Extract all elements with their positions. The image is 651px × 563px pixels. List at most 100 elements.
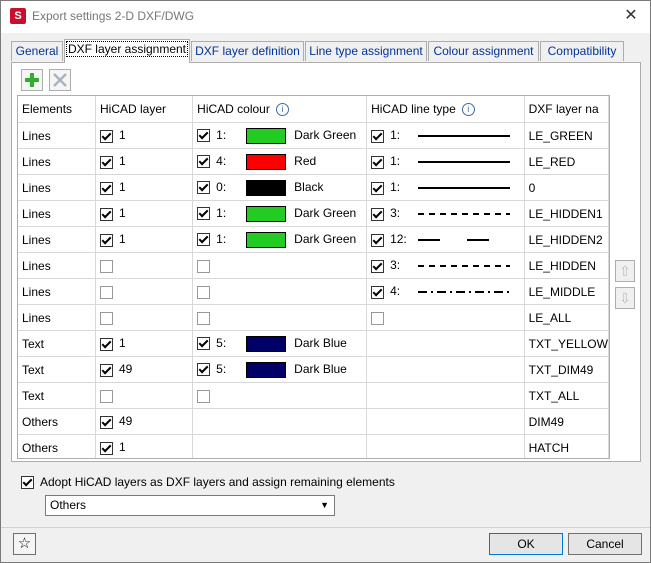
checkbox[interactable] xyxy=(100,155,113,169)
cell-dxf-layer-name[interactable]: LE_MIDDLE xyxy=(524,278,609,305)
cell-hicad-layer[interactable]: 49 xyxy=(95,408,194,435)
col-header-dxf-layer-name[interactable]: DXF layer na xyxy=(524,96,609,123)
checkbox[interactable] xyxy=(197,129,211,142)
add-row-button[interactable] xyxy=(21,69,43,91)
cell-hicad-layer[interactable]: 1 xyxy=(95,330,194,357)
checkbox[interactable] xyxy=(197,233,211,246)
checkbox[interactable] xyxy=(100,259,113,273)
cell-dxf-layer-name[interactable]: TXT_YELLOW xyxy=(524,330,609,357)
cell-dxf-layer-name[interactable]: LE_RED xyxy=(524,148,609,175)
table-row[interactable]: Text 1 5: Dark Blue TXT_YELLOW xyxy=(18,330,609,357)
checkbox[interactable] xyxy=(100,389,113,403)
info-icon[interactable]: i xyxy=(275,103,289,117)
tab-line-type-assignment[interactable]: Line type assignment xyxy=(305,41,427,61)
checkbox[interactable] xyxy=(371,233,385,247)
cell-hicad-layer[interactable]: 1 xyxy=(95,226,194,253)
cell-dxf-layer-name[interactable]: DIM49 xyxy=(524,408,609,435)
cell-hicad-line-type[interactable] xyxy=(366,330,525,357)
layer-assignment-table[interactable]: Elements HiCAD layer HiCAD colour i HiCAD… xyxy=(17,95,610,459)
cell-hicad-line-type[interactable]: 3: xyxy=(366,200,525,227)
cell-dxf-layer-name[interactable]: LE_ALL xyxy=(524,304,609,331)
cell-hicad-colour[interactable]: 4: Red xyxy=(192,148,368,175)
cell-hicad-colour[interactable]: 1: Dark Green xyxy=(192,226,368,253)
checkbox[interactable] xyxy=(100,441,113,455)
table-row[interactable]: Lines 1 1: Dark Green 1: LE_GREEN xyxy=(18,122,609,149)
checkbox[interactable] xyxy=(197,363,211,376)
cell-hicad-line-type[interactable] xyxy=(366,382,525,409)
cell-hicad-colour[interactable] xyxy=(192,252,368,279)
checkbox[interactable] xyxy=(197,337,211,350)
cell-dxf-layer-name[interactable]: LE_GREEN xyxy=(524,122,609,149)
info-icon[interactable]: i xyxy=(461,103,475,117)
ok-button[interactable]: OK xyxy=(489,533,563,555)
cell-hicad-layer[interactable]: 1 xyxy=(95,122,194,149)
table-row[interactable]: Others 1 HATCH xyxy=(18,434,609,458)
checkbox[interactable] xyxy=(371,311,385,325)
remaining-elements-select[interactable]: Others ▼ xyxy=(45,495,335,516)
cell-dxf-layer-name[interactable]: HATCH xyxy=(524,434,609,458)
tab-compatibility[interactable]: Compatibility xyxy=(540,41,624,61)
cell-hicad-colour[interactable] xyxy=(192,382,368,409)
cell-hicad-colour[interactable] xyxy=(192,304,368,331)
cell-hicad-layer[interactable]: 1 xyxy=(95,200,194,227)
checkbox[interactable] xyxy=(100,207,113,221)
cell-hicad-layer[interactable] xyxy=(95,278,194,305)
cell-hicad-layer[interactable]: 1 xyxy=(95,148,194,175)
cell-hicad-layer[interactable] xyxy=(95,252,194,279)
cell-hicad-line-type[interactable]: 1: xyxy=(366,174,525,201)
cell-dxf-layer-name[interactable]: TXT_DIM49 xyxy=(524,356,609,383)
checkbox[interactable] xyxy=(197,389,211,403)
col-header-hicad-layer[interactable]: HiCAD layer xyxy=(95,96,194,123)
cell-hicad-line-type[interactable] xyxy=(366,434,525,458)
checkbox[interactable] xyxy=(197,311,211,325)
cell-dxf-layer-name[interactable]: LE_HIDDEN2 xyxy=(524,226,609,253)
favorites-star-icon[interactable]: ☆ xyxy=(13,533,36,555)
checkbox[interactable] xyxy=(100,337,113,351)
checkbox[interactable] xyxy=(197,155,211,168)
adopt-layers-option[interactable]: Adopt HiCAD layers as DXF layers and ass… xyxy=(21,475,395,490)
cell-hicad-colour[interactable] xyxy=(192,434,368,458)
cell-hicad-layer[interactable]: 1 xyxy=(95,434,194,458)
col-header-hicad-colour[interactable]: HiCAD colour i xyxy=(192,96,368,123)
cell-hicad-colour[interactable]: 5: Dark Blue xyxy=(192,330,368,357)
cell-hicad-line-type[interactable]: 3: xyxy=(366,252,525,279)
adopt-layers-checkbox[interactable] xyxy=(21,476,34,490)
checkbox[interactable] xyxy=(100,311,113,325)
checkbox[interactable] xyxy=(197,285,211,299)
table-row[interactable]: Lines 4: LE_MIDDLE xyxy=(18,278,609,305)
tab-colour-assignment[interactable]: Colour assignment xyxy=(428,41,539,61)
table-row[interactable]: Others 49 DIM49 xyxy=(18,408,609,435)
delete-row-button[interactable] xyxy=(49,69,71,91)
cell-hicad-colour[interactable]: 1: Dark Green xyxy=(192,200,368,227)
checkbox[interactable] xyxy=(100,285,113,299)
cell-hicad-layer[interactable] xyxy=(95,304,194,331)
cell-hicad-colour[interactable]: 0: Black xyxy=(192,174,368,201)
col-header-elements[interactable]: Elements xyxy=(18,96,96,123)
cell-hicad-line-type[interactable]: 4: xyxy=(366,278,525,305)
cell-hicad-line-type[interactable]: 1: xyxy=(366,122,525,149)
cell-dxf-layer-name[interactable]: 0 xyxy=(524,174,609,201)
table-row[interactable]: Text TXT_ALL xyxy=(18,382,609,409)
table-row[interactable]: Lines LE_ALL xyxy=(18,304,609,331)
cell-hicad-line-type[interactable] xyxy=(366,408,525,435)
checkbox[interactable] xyxy=(100,129,113,143)
cell-hicad-line-type[interactable] xyxy=(366,356,525,383)
checkbox[interactable] xyxy=(371,129,385,143)
tab-dxf-layer-definition[interactable]: DXF layer definition xyxy=(191,41,304,61)
checkbox[interactable] xyxy=(371,285,385,299)
checkbox[interactable] xyxy=(197,259,211,273)
cell-hicad-layer[interactable]: 49 xyxy=(95,356,194,383)
tab-general[interactable]: General xyxy=(11,41,63,61)
close-icon[interactable]: ✕ xyxy=(620,6,642,26)
cell-dxf-layer-name[interactable]: LE_HIDDEN xyxy=(524,252,609,279)
cell-hicad-line-type[interactable]: 12: xyxy=(366,226,525,253)
cell-hicad-layer[interactable]: 1 xyxy=(95,174,194,201)
table-row[interactable]: Text 49 5: Dark Blue TXT_DIM49 xyxy=(18,356,609,383)
table-row[interactable]: Lines 1 1: Dark Green 3: LE_HIDDEN1 xyxy=(18,200,609,227)
col-header-hicad-line-type[interactable]: HiCAD line type i xyxy=(366,96,525,123)
checkbox[interactable] xyxy=(371,207,385,221)
cell-hicad-layer[interactable] xyxy=(95,382,194,409)
checkbox[interactable] xyxy=(100,181,113,195)
checkbox[interactable] xyxy=(371,259,385,273)
checkbox[interactable] xyxy=(371,181,385,195)
